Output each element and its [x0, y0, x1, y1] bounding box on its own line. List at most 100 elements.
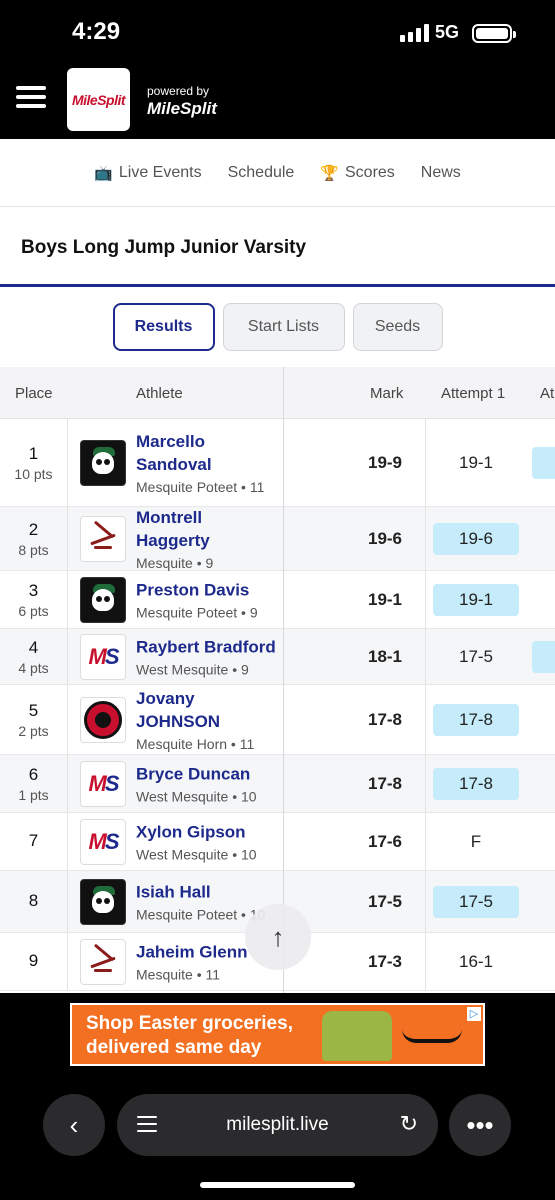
athlete-name-link[interactable]: Montrell Haggerty — [136, 506, 276, 552]
team-logo-icon: MS — [80, 818, 126, 865]
mark-value: 19-1 — [367, 589, 403, 609]
place-number: 4 — [28, 637, 39, 657]
reload-icon[interactable]: ↻ — [400, 1111, 418, 1137]
place-points: 4 pts — [18, 659, 49, 676]
powered-by-label: powered by — [147, 84, 210, 98]
athlete-team: Mesquite Poteet • 9 — [136, 604, 258, 620]
event-header: Boys Long Jump Junior Varsity — [0, 207, 555, 287]
place-cell: 5 2 pts — [0, 701, 67, 739]
attempt-1-value: 19-1 — [433, 583, 519, 616]
milesplit-logo[interactable]: MileSplit — [67, 68, 130, 131]
athlete-name-link[interactable]: Xylon Gipson — [136, 820, 276, 843]
scroll-to-top-button[interactable]: ↑ — [245, 904, 311, 970]
address-bar[interactable]: milesplit.live ↻ — [117, 1094, 438, 1156]
place-cell: 2 8 pts — [0, 520, 67, 558]
status-bar: 4:29 5G — [0, 0, 555, 64]
nav-news[interactable]: News — [421, 164, 461, 182]
attempt-1-value: 16-1 — [458, 951, 494, 971]
header-attempt-2[interactable]: At — [540, 385, 554, 402]
header-athlete[interactable]: Athlete — [136, 385, 183, 402]
cell-border — [67, 755, 68, 812]
place-points: 6 pts — [18, 602, 49, 619]
attempt-1-value: 17-5 — [433, 885, 519, 918]
athlete-name-link[interactable]: Marcello Sandoval — [136, 430, 276, 476]
table-row[interactable]: 6 1 pts MS Bryce Duncan West Mesquite • 10 17… — [0, 755, 555, 813]
place-points: 8 pts — [18, 541, 49, 558]
attempt-1-value: 19-6 — [433, 522, 519, 555]
athlete-name-link[interactable]: Bryce Duncan — [136, 762, 276, 785]
table-header: Place Athlete Mark Attempt 1 At — [0, 367, 555, 419]
athlete-cell: Jovany JOHNSON Mesquite Horn • 11 — [136, 687, 276, 753]
athlete-team: Mesquite Horn • 11 — [136, 735, 255, 752]
header-attempt-1[interactable]: Attempt 1 — [441, 385, 505, 402]
cell-border — [425, 755, 426, 812]
place-number: 7 — [28, 830, 39, 850]
attempt-2-highlight — [532, 446, 555, 479]
browser-toolbar: ‹ milesplit.live ↻ ••• — [0, 1076, 555, 1200]
nav-live-events[interactable]: 📺 Live Events — [94, 164, 201, 182]
url-text: milesplit.live — [226, 1114, 329, 1135]
signal-icon — [400, 24, 429, 42]
team-logo-icon — [80, 439, 126, 486]
menu-icon[interactable] — [16, 86, 46, 110]
table-row[interactable]: 3 6 pts Preston Davis Mesquite Poteet • 9 19… — [0, 571, 555, 629]
place-cell: 1 10 pts — [0, 444, 67, 482]
athlete-cell: Xylon Gipson West Mesquite • 10 — [136, 820, 276, 863]
athlete-cell: Preston Davis Mesquite Poteet • 9 — [136, 578, 276, 621]
ad-line-2: delivered same day — [86, 1037, 262, 1058]
place-points: 2 pts — [18, 722, 49, 739]
place-points: 10 pts — [14, 465, 53, 482]
cell-border — [67, 507, 68, 570]
grocery-basket-image — [322, 1011, 392, 1061]
tab-results[interactable]: Results — [112, 303, 215, 351]
nav-schedule[interactable]: Schedule — [228, 164, 295, 182]
athlete-name-link[interactable]: Raybert Bradford — [136, 635, 276, 658]
ad-choices-icon[interactable]: ▷ — [467, 1007, 481, 1021]
athlete-name-link[interactable]: Isiah Hall — [136, 880, 276, 903]
table-row[interactable]: 5 2 pts Jovany JOHNSON Mesquite Horn • 11 17… — [0, 685, 555, 755]
nav-label: Scores — [345, 163, 395, 181]
place-number: 8 — [28, 890, 39, 910]
table-row[interactable]: 7 MS Xylon Gipson West Mesquite • 10 17-6 F — [0, 813, 555, 871]
table-row[interactable]: 2 8 pts Montrell Haggerty Mesquite • 9 19-6 1… — [0, 507, 555, 571]
back-button[interactable]: ‹ — [43, 1094, 105, 1156]
attempt-2-highlight — [532, 640, 555, 673]
site-header: MileSplit powered by MileSplit — [0, 64, 555, 139]
ad-banner[interactable]: Shop Easter groceries, delivered same da… — [70, 1003, 485, 1066]
athlete-team: West Mesquite • 9 — [136, 661, 249, 677]
chevron-left-icon: ‹ — [69, 1109, 79, 1140]
nav-scores[interactable]: 🏆 Scores — [320, 164, 394, 182]
mark-value: 17-5 — [367, 891, 403, 911]
tab-start-lists[interactable]: Start Lists — [222, 303, 345, 351]
powered-by-brand: MileSplit — [147, 99, 217, 118]
athlete-team: Mesquite Poteet • 11 — [136, 478, 265, 495]
place-number: 5 — [28, 700, 39, 720]
table-row[interactable]: 1 10 pts Marcello Sandoval Mesquite Poteet … — [0, 419, 555, 507]
arrow-up-icon: ↑ — [271, 921, 285, 952]
athlete-name-link[interactable]: Jovany JOHNSON — [136, 687, 276, 733]
more-button[interactable]: ••• — [449, 1094, 511, 1156]
mark-value: 18-1 — [367, 646, 403, 666]
cell-border — [425, 685, 426, 754]
table-row[interactable]: 4 4 pts MS Raybert Bradford West Mesquite • … — [0, 629, 555, 685]
status-time: 4:29 — [72, 18, 121, 45]
athlete-team: Mesquite • 11 — [136, 966, 221, 982]
place-cell: 4 4 pts — [0, 638, 67, 676]
team-logo-icon — [80, 515, 126, 562]
attempt-1-value: 17-8 — [433, 703, 519, 736]
tab-seeds[interactable]: Seeds — [352, 303, 443, 351]
cell-border — [425, 419, 426, 506]
team-logo-icon: MS — [80, 633, 126, 680]
nav-label: Live Events — [118, 163, 202, 181]
athlete-name-link[interactable]: Preston Davis — [136, 578, 276, 601]
header-mark[interactable]: Mark — [370, 385, 403, 402]
header-place[interactable]: Place — [15, 385, 53, 402]
athlete-cell: Montrell Haggerty Mesquite • 9 — [136, 506, 276, 572]
team-logo-icon — [80, 696, 126, 743]
results-table: Place Athlete Mark Attempt 1 At 1 10 pts M… — [0, 367, 555, 993]
place-cell: 9 — [0, 951, 67, 973]
cell-border — [67, 813, 68, 870]
place-cell: 7 — [0, 831, 67, 853]
mark-value: 19-9 — [367, 452, 403, 472]
athlete-cell: Bryce Duncan West Mesquite • 10 — [136, 762, 276, 805]
